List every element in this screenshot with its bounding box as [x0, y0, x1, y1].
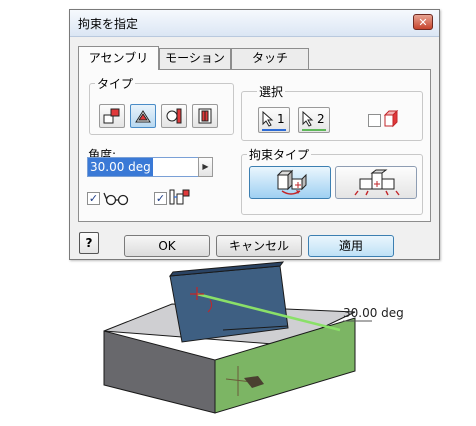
- angle-icon: [135, 110, 151, 123]
- place-constraint-dialog: 拘束を指定 ✕ アセンブリ モーション タッチ タイプ 選択 1 2 角度: 拘…: [69, 9, 440, 260]
- apply-button[interactable]: 適用: [308, 235, 394, 257]
- tab-motion[interactable]: モーション: [159, 48, 231, 69]
- predict-offset-icon: [169, 189, 190, 205]
- title-bar[interactable]: 拘束を指定 ✕: [70, 10, 439, 37]
- insert-button[interactable]: [192, 104, 218, 128]
- tangent-button[interactable]: [161, 104, 187, 128]
- triangle-right-icon: ▶: [202, 162, 209, 171]
- first-selection-color-bar: [262, 129, 286, 131]
- pick-part-first-icon: [383, 110, 399, 128]
- bottom-block-front-face[interactable]: [103, 330, 216, 414]
- mate-button[interactable]: [99, 104, 125, 128]
- angle-spin-button[interactable]: ▶: [198, 157, 213, 177]
- model-viewport[interactable]: 30.00 deg: [0, 260, 476, 426]
- tab-assembly[interactable]: アセンブリ: [78, 46, 159, 70]
- help-button[interactable]: ?: [79, 232, 99, 254]
- directed-angle-icon: [276, 169, 307, 195]
- second-selection-button[interactable]: 2: [298, 107, 330, 133]
- solution-group-label: 拘束タイプ: [247, 146, 312, 163]
- tab-transitional[interactable]: タッチ: [231, 48, 309, 69]
- second-selection-color-bar: [302, 129, 326, 131]
- ok-button[interactable]: OK: [124, 235, 210, 257]
- dialog-title: 拘束を指定: [78, 17, 139, 31]
- insert-icon: [198, 108, 212, 124]
- close-icon: ✕: [418, 16, 428, 29]
- top-block-front-face[interactable]: [169, 265, 289, 343]
- angle-annotation: 30.00 deg: [343, 306, 404, 320]
- selection-group-label: 選択: [257, 83, 286, 100]
- first-selection-button[interactable]: 1: [258, 107, 290, 133]
- show-preview-checkbox[interactable]: ✓: [87, 192, 100, 205]
- cursor-arrow-icon: [262, 111, 274, 127]
- type-group-label: タイプ: [95, 75, 136, 92]
- first-selection-label: 1: [277, 112, 285, 126]
- undirected-angle-button[interactable]: [335, 166, 417, 199]
- cursor-arrow-icon: [302, 111, 314, 127]
- directed-angle-button[interactable]: [249, 166, 331, 199]
- glasses-icon: [103, 192, 129, 206]
- second-selection-label: 2: [317, 112, 325, 126]
- angle-button[interactable]: [130, 104, 156, 128]
- angle-input[interactable]: 30.00 deg: [87, 157, 199, 177]
- help-icon: ?: [85, 236, 93, 250]
- cancel-button[interactable]: キャンセル: [216, 235, 302, 257]
- pick-part-first-checkbox[interactable]: [368, 114, 381, 127]
- tangent-icon: [166, 108, 182, 124]
- mate-icon: [103, 108, 120, 124]
- angle-input-value: 30.00 deg: [88, 158, 153, 176]
- undirected-angle-icon: [354, 169, 400, 196]
- predict-offset-checkbox[interactable]: ✓: [154, 192, 167, 205]
- close-button[interactable]: ✕: [413, 14, 433, 30]
